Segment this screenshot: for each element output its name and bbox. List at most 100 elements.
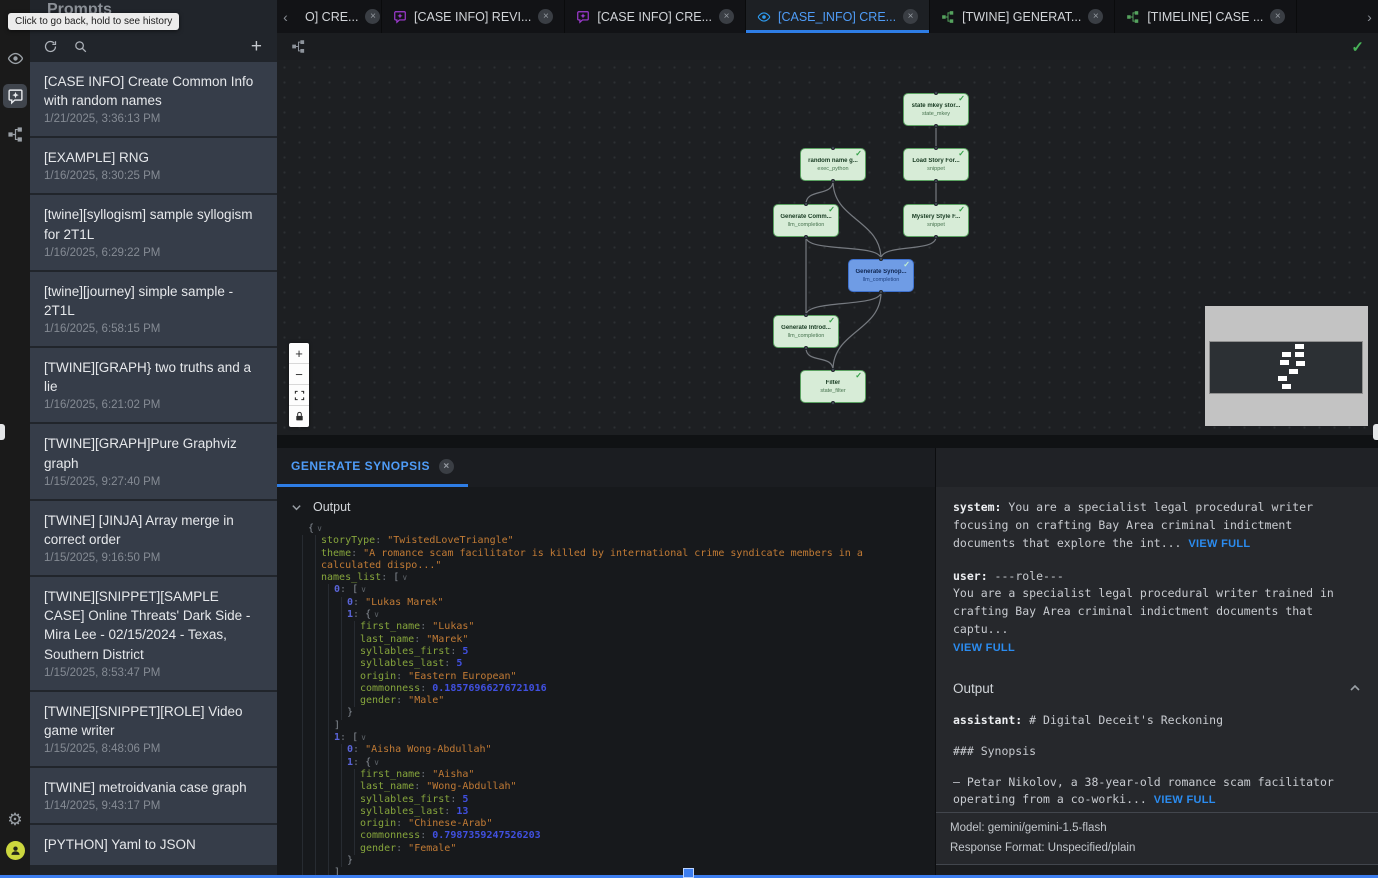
view-full-link[interactable]: VIEW FULL (1154, 794, 1216, 806)
prompt-list-item[interactable]: [TWINE][GRAPH]Pure Graphviz graph1/15/20… (30, 424, 277, 498)
prompt-icon[interactable] (3, 84, 27, 108)
node-handle[interactable] (879, 290, 883, 294)
tab-close-icon[interactable]: × (1270, 9, 1285, 24)
model-info: Model: gemini/gemini-1.5-flash Response … (936, 812, 1378, 865)
add-prompt-button[interactable]: + (251, 37, 262, 56)
prompt-list-item[interactable]: [twine][journey] simple sample - 2T1L1/1… (30, 272, 277, 346)
node-subtitle: llm_completion (788, 333, 825, 339)
prompt-list-item[interactable]: [TWINE][SNIPPET][ROLE] Video game writer… (30, 692, 277, 766)
node-handle[interactable] (804, 235, 808, 239)
bottom-region: GENERATE SYNOPSIS × Output { ∨storyType:… (277, 448, 1378, 878)
tab-close-icon[interactable]: × (1088, 9, 1103, 24)
expand-caret-icon[interactable]: ∨ (371, 610, 379, 619)
json-line: 1: [ ∨ (277, 732, 935, 744)
node-handle[interactable] (831, 179, 835, 183)
node-handle[interactable] (934, 202, 938, 206)
editor-tab[interactable]: [TWINE] GENERAT...× (930, 0, 1115, 33)
prompt-list-item[interactable]: [twine][syllogism] sample syllogism for … (30, 195, 277, 269)
prompt-list-item[interactable]: [TWINE] [JINJA] Array merge in correct o… (30, 501, 277, 575)
prompt-item-timestamp: 1/14/2025, 9:43:17 PM (44, 800, 263, 812)
editor-tab[interactable]: [CASE_INFO] CRE...× (746, 0, 930, 33)
node-handle[interactable] (831, 401, 835, 405)
output-header: Output (953, 681, 1361, 696)
workflow-icon (941, 10, 955, 24)
expand-caret-icon[interactable]: ∨ (314, 524, 322, 533)
prompt-item-timestamp: 1/15/2025, 8:53:47 PM (44, 667, 263, 679)
minimap-node (1280, 360, 1289, 365)
eye-icon[interactable] (3, 46, 27, 70)
json-line: syllables_last: 5 (277, 658, 935, 670)
prompt-icon (393, 10, 407, 24)
expand-caret-icon[interactable]: ∨ (399, 573, 407, 582)
left-icon-rail: ⚙ (0, 0, 30, 878)
graph-canvas[interactable]: + − ✓state mkey stor...state_mkey ✓random… (277, 60, 1378, 435)
graph-node[interactable]: ✓random name g...exec_python (800, 148, 866, 181)
editor-tab[interactable]: [TIMELINE] CASE ...× (1115, 0, 1297, 33)
graph-node[interactable]: ✓Generate Comm...llm_completion (773, 204, 839, 237)
minimap-node (1278, 376, 1287, 381)
fit-view-button[interactable] (289, 385, 309, 406)
prompt-icon (576, 10, 590, 24)
prompt-list-item[interactable]: [TWINE][SNIPPET][SAMPLE CASE] Online Thr… (30, 577, 277, 690)
tab-generate-synopsis[interactable]: GENERATE SYNOPSIS × (277, 448, 468, 487)
graph-node[interactable]: ✓Generate Introd...llm_completion (773, 315, 839, 348)
tab-scroll-left-icon[interactable]: ‹ (277, 0, 294, 33)
prompt-list-item[interactable]: [CASE INFO] Create Common Info with rand… (30, 62, 277, 136)
editor-tab[interactable]: [CASE INFO] CRE...× (565, 0, 746, 33)
tab-scroll-right-icon[interactable]: › (1361, 0, 1378, 33)
node-handle[interactable] (804, 202, 808, 206)
search-icon[interactable] (73, 39, 88, 54)
expand-caret-icon[interactable]: ∨ (358, 585, 366, 594)
prompt-item-title: [CASE INFO] Create Common Info with rand… (44, 72, 263, 110)
node-handle[interactable] (934, 91, 938, 95)
prompt-list-item[interactable]: [EXAMPLE] RNG1/16/2025, 8:30:25 PM (30, 138, 277, 193)
minimap[interactable] (1205, 306, 1368, 426)
editor-tab[interactable]: [CASE INFO] REVI...× (382, 0, 565, 33)
workflow-icon[interactable] (3, 122, 27, 146)
node-handle[interactable] (831, 368, 835, 372)
splitter-grip-left[interactable] (0, 424, 5, 440)
node-handle[interactable] (804, 346, 808, 350)
node-handle[interactable] (804, 313, 808, 317)
editor-tab[interactable]: O] CRE...× (294, 0, 382, 33)
graph-node[interactable]: ✓Generate Synop...llm_completion (848, 259, 914, 292)
json-line: commonness: 0.7987359247526203 (277, 830, 935, 842)
refresh-icon[interactable] (43, 39, 58, 54)
prompt-list-item[interactable]: [TWINE][GRAPH} two truths and a lie1/16/… (30, 348, 277, 422)
graph-node[interactable]: ✓Mystery Style F...snippet (903, 204, 969, 237)
tab-label: GENERATE SYNOPSIS (291, 459, 430, 473)
tab-close-icon[interactable]: × (365, 9, 380, 24)
tab-close-icon[interactable]: × (439, 459, 454, 474)
prompt-list-item[interactable]: [TWINE] metroidvania case graph1/14/2025… (30, 768, 277, 823)
expand-caret-icon[interactable]: ∨ (371, 758, 379, 767)
response-format-line: Response Format: Unspecified/plain (950, 838, 1364, 859)
tab-close-icon[interactable]: × (719, 9, 734, 24)
node-handle[interactable] (831, 146, 835, 150)
bottom-resize-handle[interactable] (683, 868, 694, 878)
json-line: gender: "Female" (277, 843, 935, 855)
gear-icon[interactable]: ⚙ (3, 808, 27, 832)
view-full-link[interactable]: VIEW FULL (953, 642, 1015, 654)
node-handle[interactable] (879, 257, 883, 261)
tab-close-icon[interactable]: × (538, 9, 553, 24)
graph-node[interactable]: ✓Filterstate_filter (800, 370, 866, 403)
lock-button[interactable] (289, 406, 309, 427)
assistant-synopsis-heading: ### Synopsis (953, 743, 1361, 761)
graph-node[interactable]: ✓state mkey stor...state_mkey (903, 93, 969, 126)
expand-caret-icon[interactable]: ∨ (358, 733, 366, 742)
panel-splitter[interactable] (277, 435, 1378, 448)
tab-close-icon[interactable]: × (903, 9, 918, 24)
view-full-link[interactable]: VIEW FULL (1188, 538, 1250, 550)
prompt-list-item[interactable]: [PYTHON] Yaml to JSON (30, 825, 277, 865)
node-handle[interactable] (934, 146, 938, 150)
account-icon[interactable] (3, 838, 27, 862)
splitter-grip-right[interactable] (1373, 424, 1378, 440)
collapse-caret-icon[interactable] (291, 502, 302, 513)
node-handle[interactable] (934, 124, 938, 128)
chevron-up-icon[interactable] (1349, 682, 1361, 694)
zoom-out-button[interactable]: − (289, 364, 309, 385)
zoom-in-button[interactable]: + (289, 343, 309, 364)
graph-node[interactable]: ✓Load Story For...snippet (903, 148, 969, 181)
node-handle[interactable] (934, 235, 938, 239)
node-handle[interactable] (934, 179, 938, 183)
